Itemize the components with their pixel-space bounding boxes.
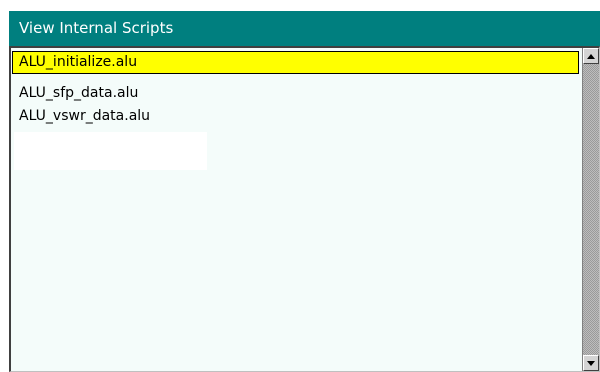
triangle-down-icon [587,361,595,366]
triangle-up-icon [587,54,595,59]
script-list-panel: ALU_initialize.alu ALU_sfp_data.alu ALU_… [9,46,600,372]
script-list-item-alu-initialize[interactable]: ALU_initialize.alu [12,51,579,74]
view-internal-scripts-window: View Internal Scripts ALU_initialize.alu… [0,0,600,372]
scroll-up-button[interactable] [583,48,599,64]
scroll-down-button[interactable] [583,355,599,371]
script-list-item-alu-vswr-data[interactable]: ALU_vswr_data.alu [12,105,579,128]
window-title: View Internal Scripts [9,11,600,46]
script-list[interactable]: ALU_initialize.alu ALU_sfp_data.alu ALU_… [11,48,581,371]
script-list-item-alu-sfp-data[interactable]: ALU_sfp_data.alu [12,82,579,105]
vertical-scrollbar[interactable] [582,48,599,371]
empty-list-slot [14,132,207,170]
